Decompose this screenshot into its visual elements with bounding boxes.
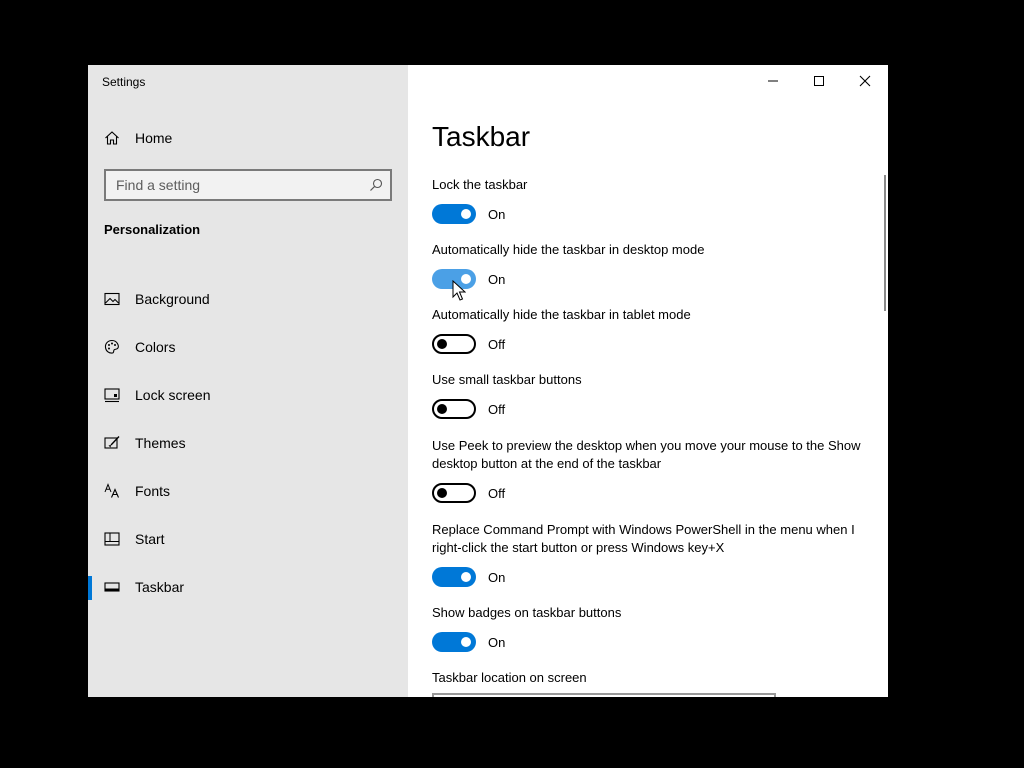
setting-peek: Use Peek to preview the desktop when you…: [432, 437, 872, 503]
autohide-tablet-toggle[interactable]: [432, 334, 476, 354]
setting-lock-taskbar: Lock the taskbar On: [432, 176, 872, 224]
badges-toggle[interactable]: [432, 632, 476, 652]
sidebar-item-label: Taskbar: [135, 579, 185, 595]
sidebar-item-colors[interactable]: Colors: [88, 323, 408, 371]
sidebar: Settings Home Personalization Background: [88, 65, 408, 697]
setting-badges: Show badges on taskbar buttons On: [432, 604, 872, 652]
sidebar-item-label: Themes: [135, 435, 186, 451]
sidebar-item-lock-screen[interactable]: Lock screen: [88, 371, 408, 419]
sidebar-item-fonts[interactable]: Fonts: [88, 467, 408, 515]
toggle-knob: [461, 637, 471, 647]
sidebar-item-label: Background: [135, 291, 210, 307]
setting-small-buttons: Use small taskbar buttons Off: [432, 371, 872, 419]
search-icon[interactable]: [369, 178, 383, 192]
setting-label: Taskbar location on screen: [432, 670, 587, 685]
search-input[interactable]: [106, 171, 366, 199]
setting-label: Show badges on taskbar buttons: [432, 605, 622, 620]
toggle-knob: [437, 339, 447, 349]
toggle-knob: [461, 209, 471, 219]
setting-autohide-tablet: Automatically hide the taskbar in tablet…: [432, 306, 872, 354]
peek-toggle[interactable]: [432, 483, 476, 503]
setting-taskbar-location: Taskbar location on screen: [432, 669, 872, 687]
sidebar-item-label: Lock screen: [135, 387, 211, 403]
taskbar-icon: [104, 579, 120, 595]
setting-label: Use small taskbar buttons: [432, 372, 582, 387]
sidebar-nav: Background Colors Lock screen Themes Fon…: [88, 275, 408, 611]
toggle-knob: [437, 404, 447, 414]
toggle-state-text: On: [488, 569, 506, 585]
toggle-knob: [461, 274, 471, 284]
home-icon: [105, 131, 119, 145]
toggle-state-text: On: [488, 271, 506, 287]
taskbar-location-dropdown[interactable]: [432, 693, 776, 697]
setting-label: Lock the taskbar: [432, 177, 528, 192]
autohide-desktop-toggle[interactable]: [432, 269, 476, 289]
home-nav-item[interactable]: Home: [104, 128, 172, 148]
main-content: Taskbar Lock the taskbar On Automaticall…: [432, 65, 872, 697]
start-menu-icon: [104, 531, 120, 547]
window-title: Settings: [102, 75, 146, 89]
toggle-state-text: Off: [488, 401, 506, 417]
toggle-state-text: Off: [488, 336, 506, 352]
toggle-state-text: On: [488, 206, 506, 222]
setting-powershell: Replace Command Prompt with Windows Powe…: [432, 521, 872, 587]
section-heading: Personalization: [104, 222, 201, 237]
home-label: Home: [135, 130, 173, 146]
sidebar-item-taskbar[interactable]: Taskbar: [88, 563, 408, 611]
setting-label: Automatically hide the taskbar in deskto…: [432, 242, 705, 257]
setting-label: Replace Command Prompt with Windows Powe…: [432, 522, 855, 555]
sidebar-item-background[interactable]: Background: [88, 275, 408, 323]
palette-icon: [104, 339, 120, 355]
settings-window: Settings Home Personalization Background: [88, 65, 888, 697]
page-title: Taskbar: [432, 121, 531, 152]
setting-label: Automatically hide the taskbar in tablet…: [432, 307, 691, 322]
toggle-state-text: Off: [488, 485, 506, 501]
setting-autohide-desktop: Automatically hide the taskbar in deskto…: [432, 241, 872, 289]
setting-label: Use Peek to preview the desktop when you…: [432, 438, 861, 471]
sidebar-item-start[interactable]: Start: [88, 515, 408, 563]
powershell-toggle[interactable]: [432, 567, 476, 587]
lock-taskbar-toggle[interactable]: [432, 204, 476, 224]
toggle-knob: [437, 488, 447, 498]
sidebar-item-label: Fonts: [135, 483, 171, 499]
font-icon: [104, 483, 120, 499]
small-buttons-toggle[interactable]: [432, 399, 476, 419]
toggle-state-text: On: [488, 634, 506, 650]
paintbrush-icon: [104, 435, 120, 451]
sidebar-item-label: Colors: [135, 339, 176, 355]
picture-icon: [104, 291, 120, 307]
toggle-knob: [461, 572, 471, 582]
scrollbar-thumb[interactable]: [884, 175, 886, 311]
sidebar-item-label: Start: [135, 531, 165, 547]
lock-screen-icon: [104, 387, 120, 403]
sidebar-item-themes[interactable]: Themes: [88, 419, 408, 467]
search-box[interactable]: [104, 169, 392, 201]
